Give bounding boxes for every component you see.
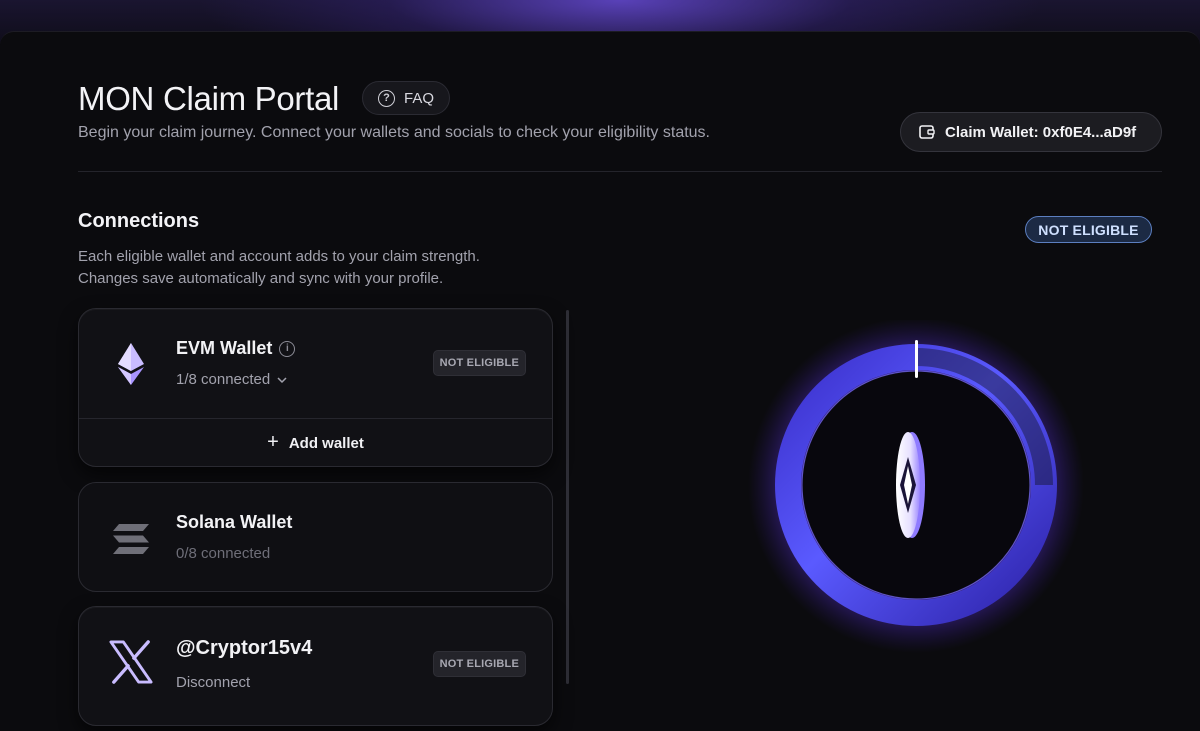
evm-wallet-connected[interactable]: 1/8 connected [176,371,288,388]
connections-title: Connections [78,210,200,232]
x-account-handle: @Cryptor15v4 [176,637,313,659]
claim-wallet-button[interactable]: Claim Wallet: 0xf0E4...aD9f [900,112,1162,152]
connections-description: Each eligible wallet and account adds to… [78,246,558,290]
evm-wallet-title: EVM Wallet [176,338,273,358]
eligibility-ring [740,317,1110,690]
plus-icon: + [267,430,279,453]
x-logo-icon [109,640,153,684]
faq-label: FAQ [404,89,435,107]
connections-scrollbar[interactable] [566,310,569,684]
x-account-status-badge: NOT ELIGIBLE [432,651,526,677]
solana-icon [109,517,153,561]
evm-wallet-name: EVM Wallet i [176,338,296,359]
info-icon[interactable]: i [279,340,296,357]
eligibility-status-badge: NOT ELIGIBLE [1025,216,1152,243]
disconnect-link[interactable]: Disconnect [176,674,250,691]
solana-wallet-title: Solana Wallet [176,512,293,532]
add-wallet-label: Add wallet [288,434,364,452]
add-wallet-button[interactable]: + Add wallet [79,419,552,467]
page-subtitle: Begin your claim journey. Connect your w… [78,124,710,141]
connections-description-line1: Each eligible wallet and account adds to… [78,248,480,265]
wallet-icon [919,125,935,139]
x-account-card: @Cryptor15v4 Disconnect NOT ELIGIBLE [78,606,553,726]
evm-wallet-status-badge: NOT ELIGIBLE [432,350,526,376]
question-icon: ? [378,89,395,107]
header-divider [78,171,1162,172]
ethereum-icon [109,342,153,386]
chevron-down-icon [277,376,287,383]
evm-wallet-card: EVM Wallet i 1/8 connected NOT ELIGIBLE … [78,308,553,467]
faq-button[interactable]: ? FAQ [362,81,450,115]
evm-wallet-count: 1/8 connected [176,371,271,388]
page-title: MON Claim Portal [78,80,340,117]
solana-wallet-card: Solana Wallet 0/8 connected [78,482,553,592]
claim-wallet-label: Claim Wallet: 0xf0E4...aD9f [945,123,1137,141]
connections-description-line2: Changes save automatically and sync with… [78,270,444,287]
solana-wallet-count: 0/8 connected [176,545,271,562]
